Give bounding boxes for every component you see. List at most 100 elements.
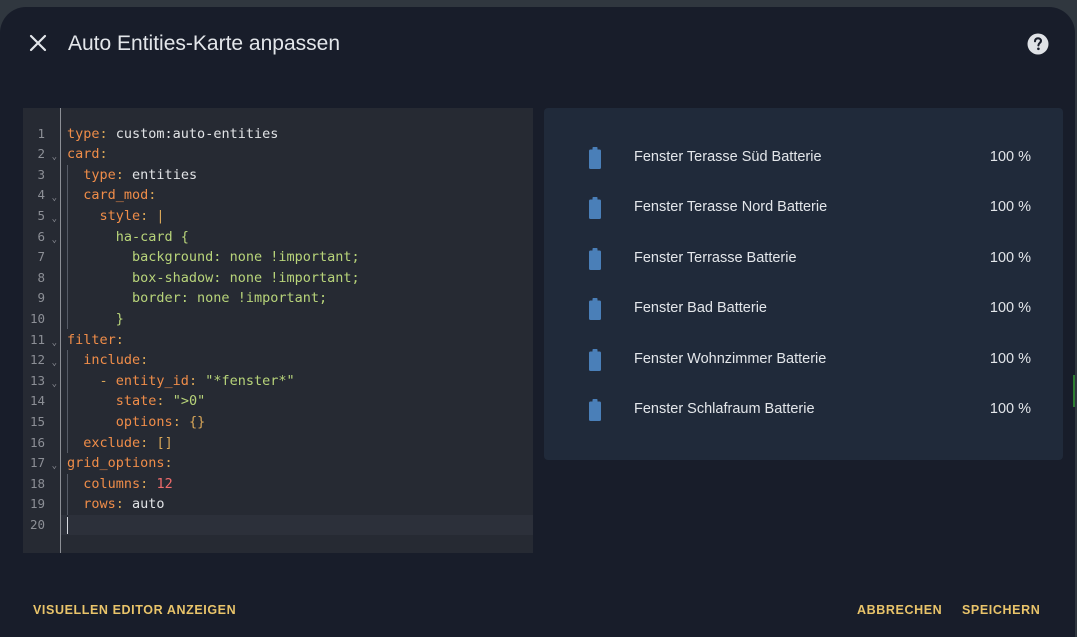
code-line[interactable]: box-shadow: none !important; (61, 268, 533, 289)
entity-row[interactable]: Fenster Terasse Nord Batterie 100 % (544, 188, 1063, 228)
editor-code-area[interactable]: type: custom:auto-entities card: type: en… (61, 108, 533, 553)
code-token: : (99, 125, 108, 142)
code-line[interactable]: type: entities (61, 165, 533, 186)
line-number: 16 (23, 433, 60, 454)
line-number: 20 (23, 515, 60, 536)
code-line[interactable]: background: none !important; (61, 247, 533, 268)
entity-state: 100 % (989, 249, 1031, 266)
entity-row[interactable]: Fenster Terrasse Batterie 100 % (544, 239, 1063, 279)
code-line[interactable]: columns: 12 (61, 474, 533, 495)
code-line[interactable]: options: {} (61, 412, 533, 433)
card-preview: Fenster Terasse Süd Batterie 100 % Fenster… (544, 108, 1063, 460)
code-line-text: grid_options: (67, 453, 173, 474)
line-number-text: 6 (37, 228, 45, 244)
code-line[interactable] (61, 514, 533, 536)
line-number: 10 (23, 309, 60, 330)
code-token: type (83, 166, 116, 183)
line-number-text: 16 (29, 434, 45, 450)
code-line[interactable]: include: (61, 350, 533, 371)
code-line[interactable]: card_mod: (61, 185, 533, 206)
code-token: exclude (83, 434, 141, 451)
indent-guide (67, 473, 68, 515)
code-token: state (115, 393, 157, 410)
battery-icon (589, 399, 601, 421)
battery-icon (589, 197, 601, 220)
entity-name: Fenster Terasse Süd Batterie (634, 149, 822, 165)
line-number: 7 (23, 247, 60, 268)
dialog-header: Auto Entities-Karte anpassen (0, 7, 1075, 83)
entity-row[interactable]: Fenster Schlafraum Batterie 100 % (544, 390, 1063, 430)
show-visual-editor-button[interactable]: VISUELLEN EDITOR ANZEIGEN (33, 603, 236, 617)
entity-state: 100 % (989, 350, 1031, 367)
code-token: filter (67, 331, 116, 348)
code-line[interactable]: grid_options: (61, 453, 533, 474)
code-line[interactable]: border: none !important; (61, 288, 533, 309)
code-line-text: columns: 12 (67, 474, 172, 495)
code-token: entities (123, 166, 198, 183)
code-line[interactable]: - entity_id: "*fenster*" (61, 371, 533, 392)
line-number: 3 (23, 165, 60, 186)
code-line-text: background: none !important; (67, 247, 360, 268)
entity-row[interactable]: Fenster Wohnzimmer Batterie 100 % (544, 340, 1063, 380)
code-token: style (99, 207, 141, 224)
code-line-text: type: entities (67, 165, 197, 186)
entity-name: Fenster Terrasse Batterie (634, 249, 797, 266)
code-line-text: box-shadow: none !important; (67, 268, 360, 289)
code-line[interactable]: card: (61, 144, 533, 165)
line-number: 8 (23, 268, 60, 289)
line-number: 18 (23, 474, 60, 495)
edit-card-dialog: Auto Entities-Karte anpassen 1 2 ⌄ 3 4 ⌄ 5 ⌄ 6 ⌄ 7… (0, 7, 1075, 637)
line-number-text: 7 (37, 249, 45, 265)
code-line[interactable]: state: ">0" (61, 391, 533, 412)
close-button[interactable] (26, 31, 50, 55)
code-line[interactable]: style: | (61, 206, 533, 227)
entity-state: 100 % (989, 149, 1031, 165)
code-line-text: state: ">0" (67, 391, 205, 412)
line-number-text: 10 (29, 310, 45, 326)
code-token: "*fenster*" (197, 372, 295, 389)
entity-row[interactable]: Fenster Terasse Süd Batterie 100 % (544, 138, 1063, 178)
line-number-text: 14 (29, 393, 45, 409)
code-line[interactable]: ha-card { (61, 227, 533, 248)
yaml-code-editor[interactable]: 1 2 ⌄ 3 4 ⌄ 5 ⌄ 6 ⌄ 7 8 9 10 11 ⌄ 12 ⌄ 13 ⌄ 14 15 16 17 ⌄ 18 19 20 … (23, 108, 533, 553)
code-token: : (164, 455, 173, 472)
dialog-title: Auto Entities-Karte anpassen (68, 32, 340, 55)
line-number-text: 2 (37, 146, 45, 162)
line-number-text: 11 (29, 331, 45, 347)
code-line[interactable]: } (61, 309, 533, 330)
code-token: {} (180, 413, 206, 430)
cancel-button[interactable]: ABBRECHEN (857, 603, 942, 617)
code-line-text: } (67, 309, 124, 330)
code-token: : (115, 496, 124, 513)
line-number: 15 (23, 412, 60, 433)
code-token: } (115, 310, 124, 327)
code-line-text: options: {} (67, 412, 205, 433)
code-line[interactable]: exclude: [] (61, 433, 533, 454)
code-line-text: exclude: [] (67, 433, 172, 454)
close-icon (29, 34, 47, 52)
help-button[interactable] (1027, 33, 1049, 55)
code-token: : (188, 372, 198, 389)
code-line[interactable]: rows: auto (61, 494, 533, 515)
entity-row[interactable]: Fenster Bad Batterie 100 % (544, 289, 1063, 329)
entity-name: Fenster Bad Batterie (634, 300, 767, 317)
save-button[interactable]: SPEICHERN (962, 603, 1040, 617)
code-line-text: ha-card { (67, 227, 189, 248)
line-number-text: 15 (29, 413, 45, 429)
code-token: border: none !important; (132, 290, 328, 307)
line-number-text: 4 (37, 187, 45, 203)
code-line[interactable]: type: custom:auto-entities (61, 124, 533, 145)
code-token: : (148, 187, 157, 204)
code-line[interactable]: filter: (61, 330, 533, 351)
code-line-text: style: | (67, 206, 165, 227)
code-token: auto (123, 496, 165, 513)
code-token: type (67, 125, 100, 142)
line-number-text: 20 (29, 516, 45, 532)
